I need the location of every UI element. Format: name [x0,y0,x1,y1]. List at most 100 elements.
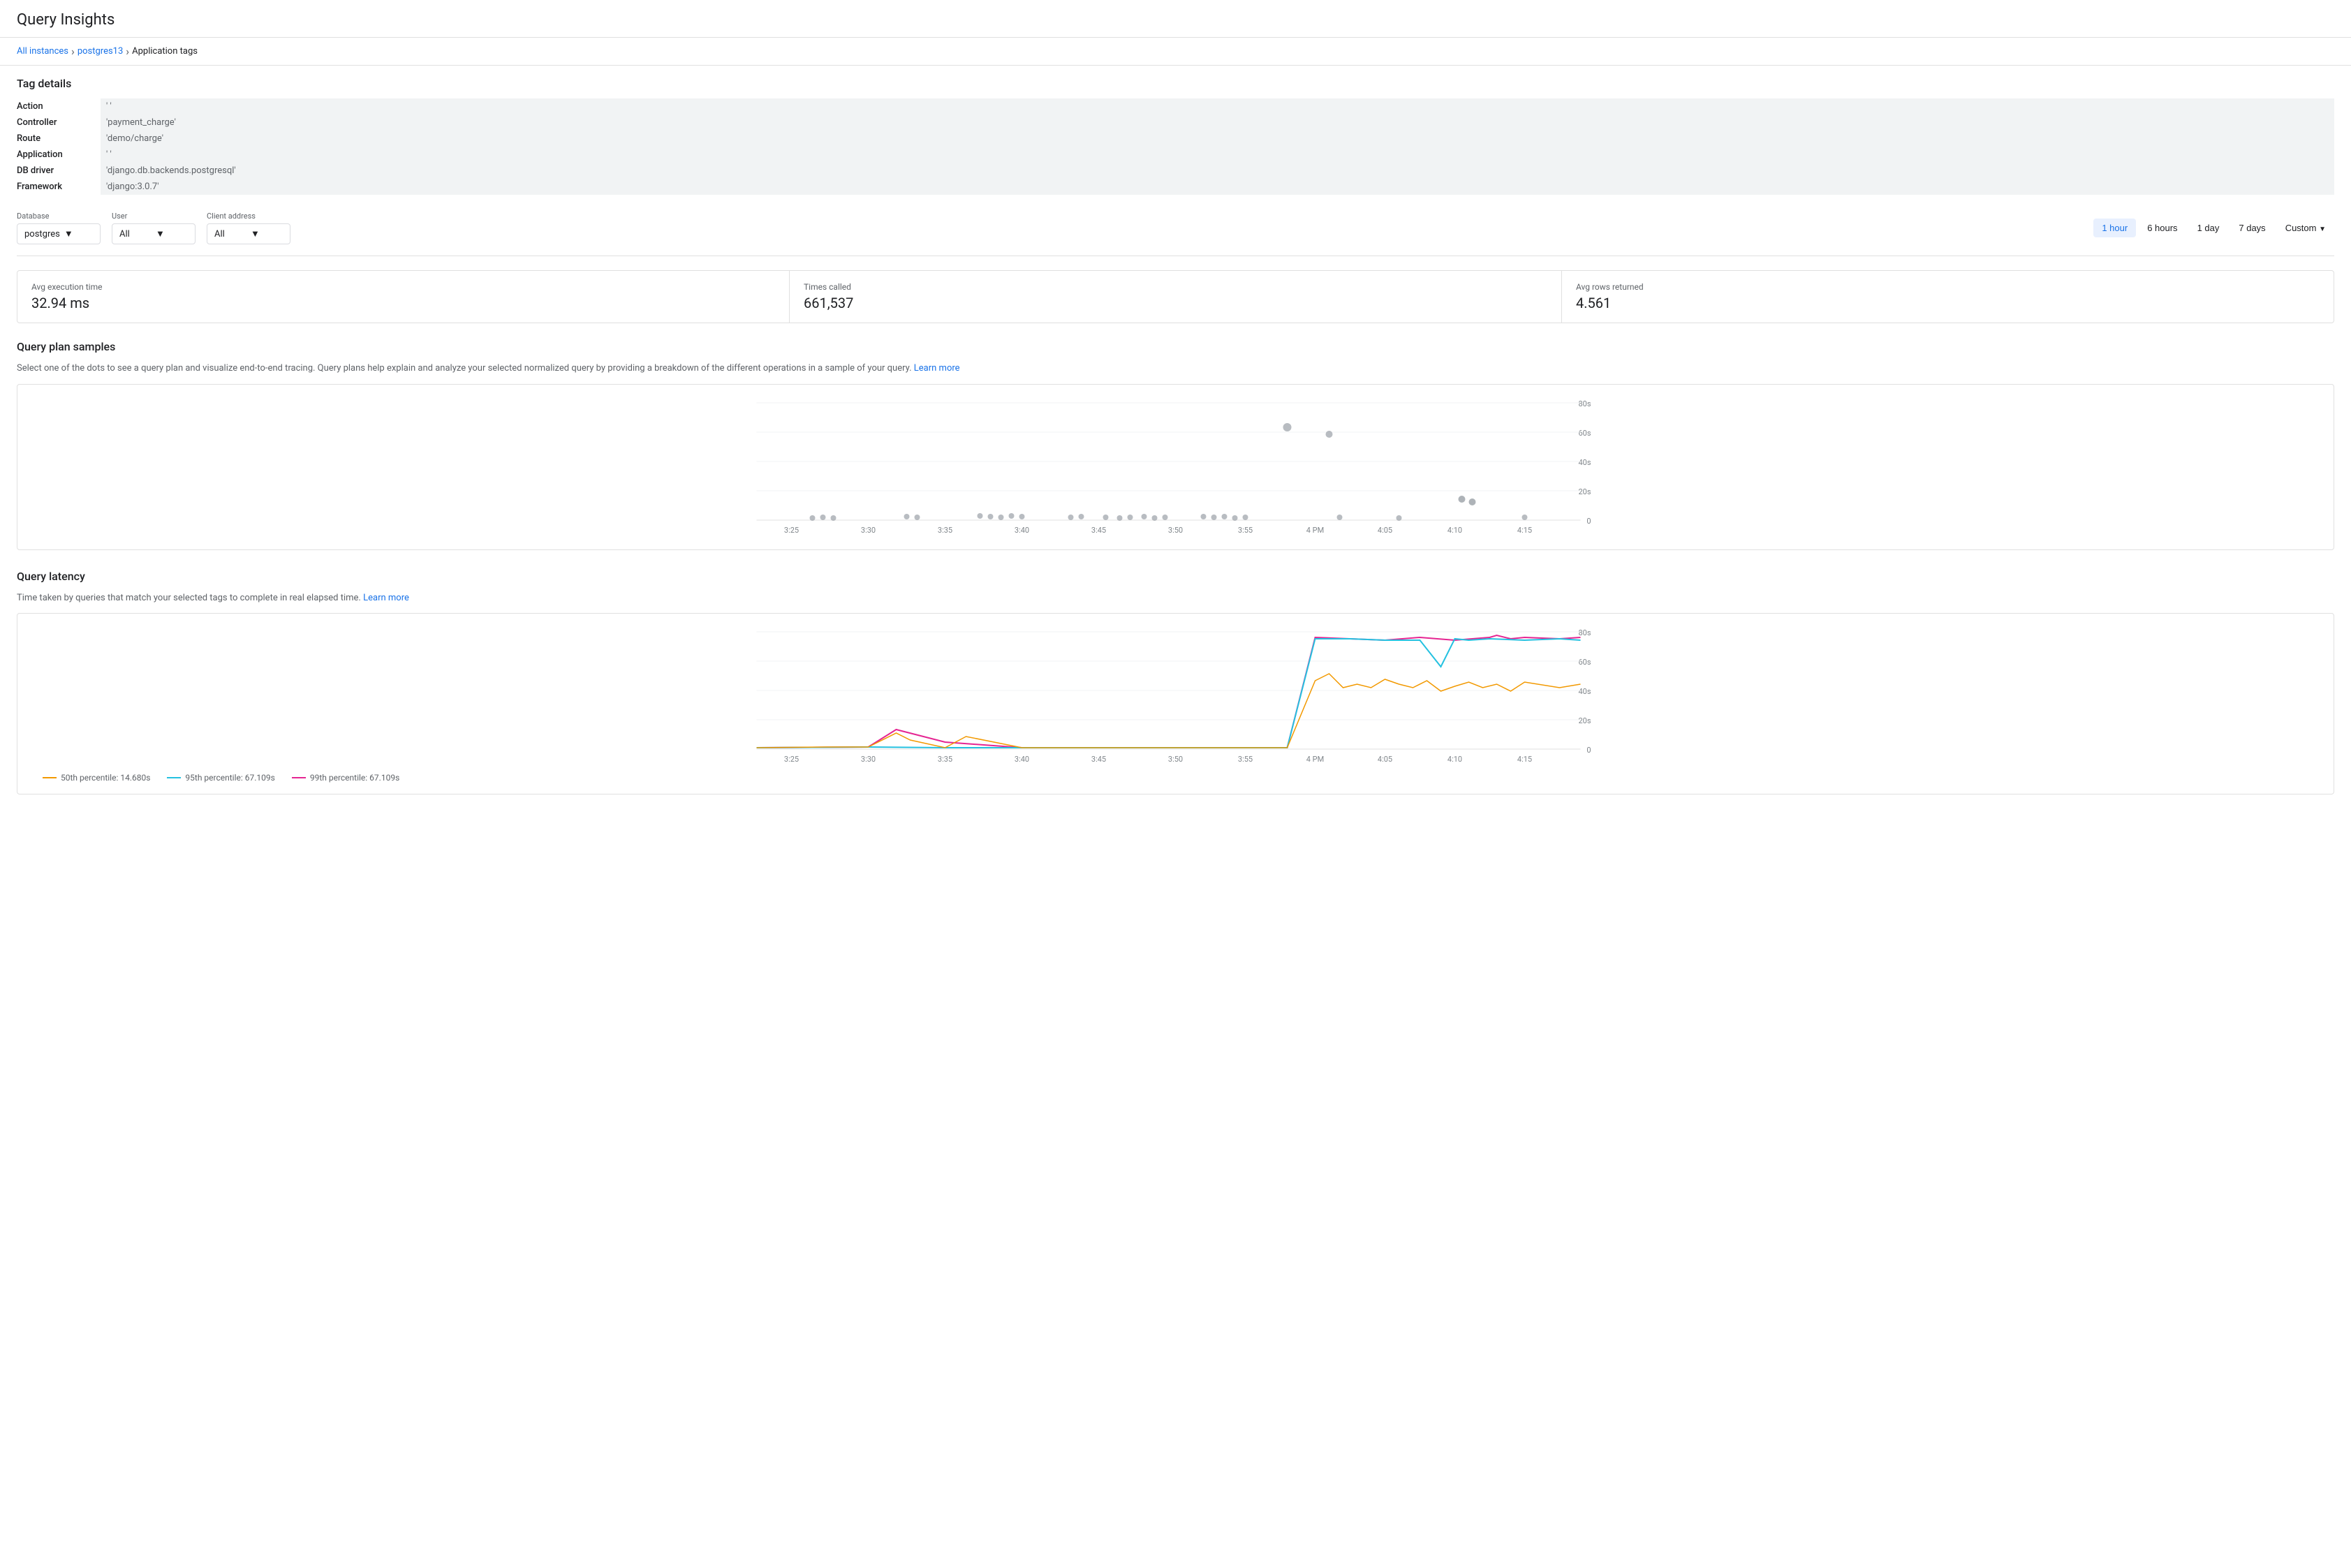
sample-dot-405b[interactable] [1337,515,1343,520]
query-plan-chart: 80s 60s 40s 20s 0 [17,384,2334,550]
lat-x-405: 4:05 [1378,755,1392,764]
sample-dot-415b[interactable] [1469,498,1476,505]
x-label-350: 3:50 [1168,526,1183,535]
breadcrumb-all-instances[interactable]: All instances [17,46,68,57]
tag-details-title: Tag details [17,77,2334,90]
x-label-325: 3:25 [784,526,799,535]
lat-x-350: 3:50 [1168,755,1183,764]
page-header: Query Insights [0,0,2351,38]
sample-dot-12[interactable] [1079,514,1084,519]
user-select[interactable]: All ▼ [112,223,196,244]
x-label-405: 4:05 [1378,526,1392,535]
client-address-select[interactable]: All ▼ [207,223,290,244]
tag-value: 'payment_charge' [101,114,2334,131]
tag-row: Controller'payment_charge' [17,114,2334,131]
sample-dot-22[interactable] [1232,515,1238,521]
query-latency-section: Query latency Time taken by queries that… [17,570,2334,795]
query-plan-title: Query plan samples [17,340,2334,353]
database-select[interactable]: postgres ▼ [17,223,101,244]
tag-value: 'django.db.backends.postgresql' [101,163,2334,179]
tag-label: Application [17,147,101,163]
tag-value: 'django:3.0.7' [101,179,2334,195]
lat-y-60s: 60s [1578,658,1591,667]
client-address-arrow: ▼ [251,228,283,239]
sample-dot-21[interactable] [1222,514,1228,519]
sample-dot-20[interactable] [1211,515,1217,520]
breadcrumb: All instances › postgres13 › Application… [0,38,2351,66]
p50-line [757,674,1581,748]
time-btn-1-day[interactable]: 1 day [2189,219,2228,237]
p99-line [757,635,1581,748]
breadcrumb-sep-2: › [126,45,129,58]
tag-row: Route'demo/charge' [17,131,2334,147]
time-btn-6-hours[interactable]: 6 hours [2139,219,2186,237]
sample-dot-15[interactable] [1128,515,1133,520]
lat-y-0: 0 [1586,746,1591,755]
sample-dot-16[interactable] [1142,514,1147,519]
sample-dot-23[interactable] [1243,515,1248,520]
main-content: Tag details Action' 'Controller'payment_… [0,66,2351,825]
x-label-355: 3:55 [1238,526,1253,535]
tag-row: Action' ' [17,98,2334,114]
query-plan-svg: 80s 60s 40s 20s 0 [29,396,2322,535]
time-btn-custom[interactable]: Custom ▼ [2277,219,2334,237]
sample-dot-415a[interactable] [1459,496,1466,503]
sample-dot-410[interactable] [1396,515,1402,521]
sample-dot-9[interactable] [1009,513,1015,519]
lat-x-355: 3:55 [1238,755,1253,764]
metrics-row: Avg execution time32.94 msTimes called66… [17,270,2334,323]
y-label-0: 0 [1586,517,1591,526]
query-latency-learn-more[interactable]: Learn more [363,593,409,603]
sample-dot-7[interactable] [988,514,994,519]
sample-dot-10[interactable] [1019,514,1025,519]
lat-x-415: 4:15 [1517,755,1532,764]
time-btn-7-days[interactable]: 7 days [2230,219,2273,237]
client-address-label: Client address [207,212,290,221]
breadcrumb-postgres13[interactable]: postgres13 [78,46,123,57]
sample-dot-5[interactable] [915,515,920,520]
tag-value: 'demo/charge' [101,131,2334,147]
database-arrow: ▼ [64,228,93,239]
sample-dot-17[interactable] [1152,515,1158,521]
y-label-20s: 20s [1578,487,1591,496]
sample-dot-19[interactable] [1201,514,1207,519]
breadcrumb-current: Application tags [132,46,198,57]
lat-x-410: 4:10 [1447,755,1462,764]
metric-value: 32.94 ms [31,295,775,311]
sample-dot-4pm[interactable] [1283,423,1292,431]
filters-row: Database postgres ▼ User All ▼ Client ad… [17,212,2334,256]
database-filter: Database postgres ▼ [17,212,101,244]
y-label-80s: 80s [1578,399,1591,408]
y-label-40s: 40s [1578,458,1591,467]
query-latency-title: Query latency [17,570,2334,583]
sample-dot-13[interactable] [1103,515,1109,520]
sample-dot-4[interactable] [904,514,910,519]
user-label: User [112,212,196,221]
user-value: All [119,229,152,239]
latency-legend: 50th percentile: 14.680s95th percentile:… [29,773,2322,783]
legend-color [292,777,306,778]
sample-dot-11[interactable] [1068,515,1074,520]
sample-dot-1[interactable] [810,515,816,521]
sample-dot-405[interactable] [1326,431,1333,438]
time-btn-1-hour[interactable]: 1 hour [2093,219,2136,237]
sample-dot-3[interactable] [831,515,837,521]
x-label-4pm: 4 PM [1306,526,1324,535]
sample-dot-6[interactable] [978,513,983,519]
lat-x-335: 3:35 [938,755,952,764]
tag-value: ' ' [101,98,2334,114]
metric-card: Times called661,537 [790,271,1562,323]
sample-dot-2[interactable] [820,515,826,520]
time-buttons: 1 hour6 hours1 day7 daysCustom ▼ [2093,219,2334,237]
tag-row: Application' ' [17,147,2334,163]
sample-dot-8[interactable] [998,515,1004,520]
x-label-340: 3:40 [1015,526,1029,535]
lat-y-20s: 20s [1578,716,1591,725]
tag-row: Framework'django:3.0.7' [17,179,2334,195]
query-latency-svg: 80s 60s 40s 20s 0 3:25 [29,625,2322,764]
sample-dot-14[interactable] [1117,515,1123,521]
sample-dot-415c[interactable] [1522,515,1528,520]
sample-dot-18[interactable] [1163,515,1168,520]
query-plan-learn-more[interactable]: Learn more [914,363,960,373]
lat-x-4pm: 4 PM [1306,755,1324,764]
